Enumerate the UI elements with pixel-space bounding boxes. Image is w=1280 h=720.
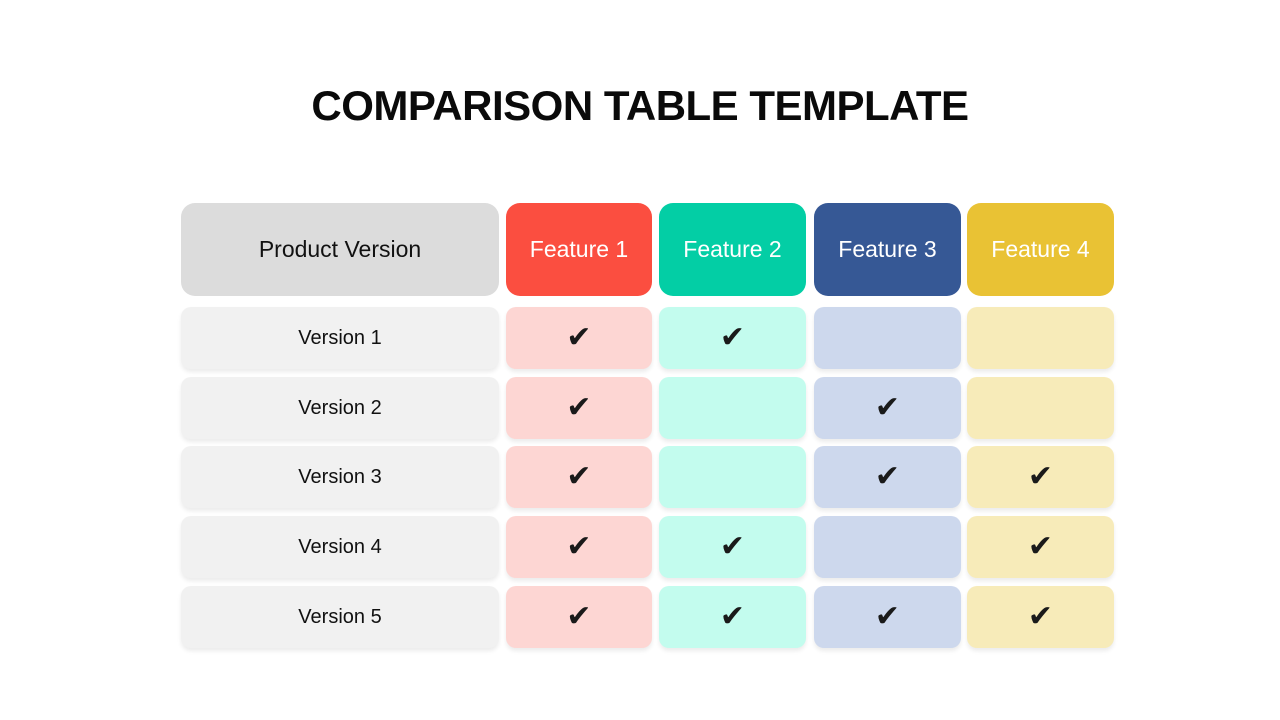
table-cell [659, 446, 806, 508]
row-label: Version 2 [181, 377, 499, 439]
table-cell: ✔ [967, 516, 1114, 578]
checkmark-icon: ✔ [1027, 460, 1054, 493]
table-cell: ✔ [506, 377, 652, 439]
table-cell: ✔ [506, 446, 652, 508]
checkmark-icon: ✔ [566, 460, 592, 493]
table-cell: ✔ [814, 446, 961, 508]
checkmark-icon: ✔ [719, 530, 746, 563]
checkmark-icon: ✔ [566, 391, 592, 424]
table-cell: ✔ [506, 516, 652, 578]
table-cell: ✔ [659, 586, 806, 648]
header-feature-4: Feature 4 [967, 203, 1114, 296]
table-cell [814, 516, 961, 578]
checkmark-icon: ✔ [566, 321, 592, 354]
header-product-version: Product Version [181, 203, 499, 296]
table-cell: ✔ [967, 586, 1114, 648]
checkmark-icon: ✔ [1027, 600, 1054, 633]
table-cell [659, 377, 806, 439]
table-cell: ✔ [814, 586, 961, 648]
row-label: Version 5 [181, 586, 499, 648]
page-title: COMPARISON TABLE TEMPLATE [311, 82, 969, 129]
checkmark-icon: ✔ [566, 600, 592, 633]
table-cell: ✔ [967, 446, 1114, 508]
table-cell [814, 307, 961, 369]
table-cell: ✔ [814, 377, 961, 439]
row-label: Version 1 [181, 307, 499, 369]
checkmark-icon: ✔ [874, 600, 901, 633]
header-feature-1: Feature 1 [506, 203, 652, 296]
checkmark-icon: ✔ [874, 391, 901, 424]
header-feature-2: Feature 2 [659, 203, 806, 296]
row-label: Version 4 [181, 516, 499, 578]
header-feature-3: Feature 3 [814, 203, 961, 296]
table-cell: ✔ [506, 307, 652, 369]
table-cell: ✔ [659, 307, 806, 369]
checkmark-icon: ✔ [566, 530, 592, 563]
table-cell [967, 307, 1114, 369]
checkmark-icon: ✔ [874, 460, 901, 493]
table-cell [967, 377, 1114, 439]
table-cell: ✔ [659, 516, 806, 578]
row-label: Version 3 [181, 446, 499, 508]
checkmark-icon: ✔ [719, 321, 746, 354]
checkmark-icon: ✔ [719, 600, 746, 633]
table-cell: ✔ [506, 586, 652, 648]
checkmark-icon: ✔ [1027, 530, 1054, 563]
